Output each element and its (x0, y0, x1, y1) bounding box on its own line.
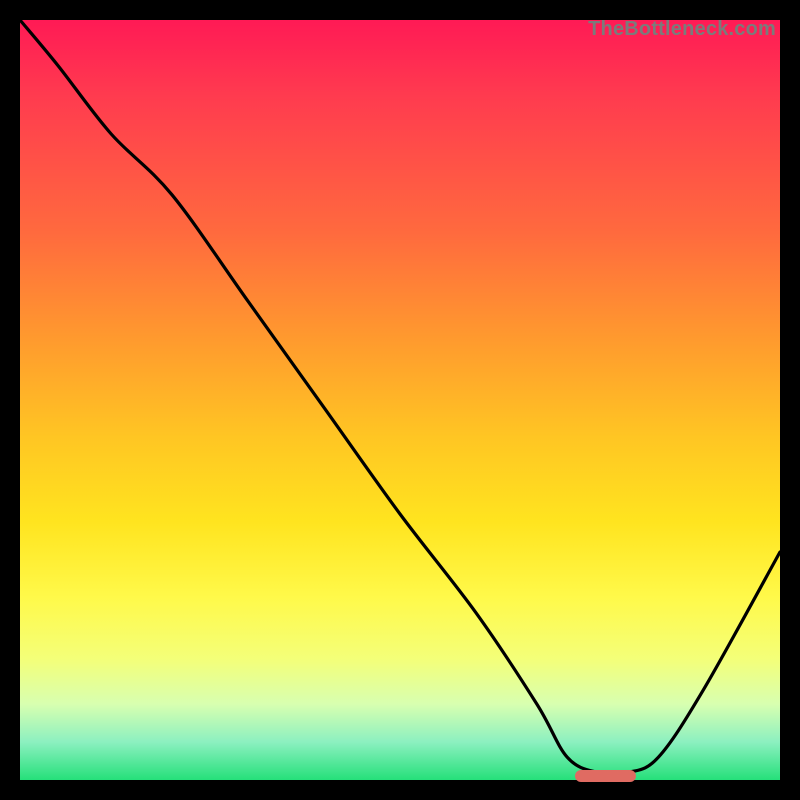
optimum-marker (575, 770, 636, 782)
chart-frame: TheBottleneck.com (20, 20, 780, 780)
watermark-text: TheBottleneck.com (588, 18, 776, 41)
line-curve (20, 20, 780, 780)
